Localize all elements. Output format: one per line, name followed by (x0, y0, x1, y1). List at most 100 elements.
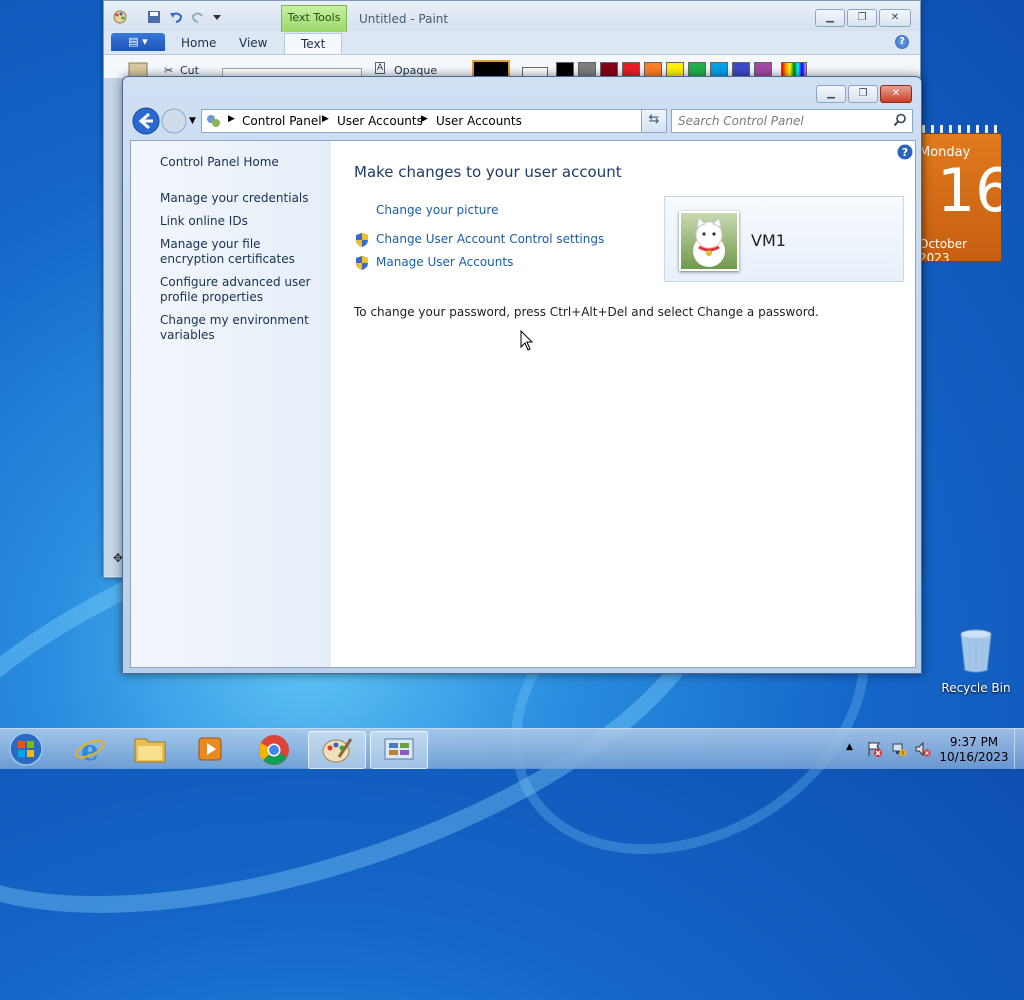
clock-time: 9:37 PM (949, 735, 999, 749)
taskbar-media-player[interactable] (182, 731, 238, 767)
paint-app-icon[interactable] (113, 10, 127, 24)
breadcrumb-control-panel[interactable]: Control Panel (242, 114, 322, 128)
network-icon[interactable]: ! (891, 741, 907, 757)
paint-ribbon-tabs: ▤ ▾ Home View Text ? (104, 31, 920, 56)
folder-icon (134, 738, 166, 763)
control-panel-icon (207, 115, 220, 127)
paint-icon (322, 738, 353, 763)
user-avatar[interactable] (679, 211, 739, 271)
forward-button[interactable] (161, 108, 187, 134)
uac-shield-icon (356, 233, 368, 247)
tab-view[interactable]: View (239, 36, 267, 50)
tab-home[interactable]: Home (181, 36, 216, 50)
paint-window-controls: ▁ ❐ ✕ (815, 9, 911, 27)
refresh-button[interactable]: ⇆ (641, 109, 667, 133)
chrome-icon (259, 735, 289, 765)
paint-help-icon[interactable]: ? (895, 35, 909, 49)
recycle-bin-icon (960, 629, 992, 673)
taskbar-paint[interactable] (308, 731, 366, 769)
breadcrumb-user-accounts-current[interactable]: User Accounts (436, 114, 522, 128)
paint-titlebar[interactable]: Text Tools Untitled - Paint ▁ ❐ ✕ (104, 1, 920, 32)
text-tools-context-tab[interactable]: Text Tools (281, 5, 347, 32)
manage-user-accounts-link[interactable]: Manage User Accounts (376, 255, 513, 269)
chevron-right-icon[interactable]: ▶ (322, 114, 329, 124)
paint-canvas-area[interactable]: ✥ (104, 78, 124, 576)
action-center-icon[interactable] (867, 741, 883, 757)
recent-pages-icon[interactable]: ▼ (189, 116, 196, 126)
taskbar-internet-explorer[interactable]: e (62, 731, 118, 767)
chevron-right-icon[interactable]: ▶ (421, 114, 428, 124)
undo-icon[interactable] (169, 10, 183, 24)
manage-credentials-link[interactable]: Manage your credentials (160, 191, 320, 206)
search-box[interactable] (671, 109, 913, 133)
svg-text:?: ? (902, 146, 908, 159)
refresh-icon: ⇆ (648, 112, 660, 127)
customize-toolbar-icon[interactable] (210, 10, 224, 24)
paint-close-button[interactable]: ✕ (879, 9, 911, 27)
mouse-cursor-icon (520, 330, 534, 351)
file-encryption-certificates-link[interactable]: Manage your file encryption certificates (160, 237, 320, 267)
taskbar-windows-explorer[interactable] (122, 731, 178, 767)
control-panel-content: Control Panel Home Manage your credentia… (130, 140, 916, 668)
calendar-date: 16 (937, 156, 1001, 226)
link-online-ids-link[interactable]: Link online IDs (160, 214, 320, 229)
lucky-cat-icon (693, 217, 725, 267)
change-picture-link[interactable]: Change your picture (376, 203, 498, 217)
recycle-bin[interactable]: Recycle Bin (940, 628, 1012, 695)
volume-muted-icon[interactable] (915, 741, 931, 757)
svg-text:e: e (81, 734, 99, 764)
calendar-page: Monday 16 October 2023 (918, 133, 1002, 262)
paint-window-title: Untitled - Paint (359, 12, 449, 26)
start-button[interactable] (4, 731, 48, 767)
taskbar-control-panel[interactable] (370, 731, 428, 769)
control-panel-icon (384, 738, 414, 760)
cp-close-button[interactable]: ✕ (880, 85, 912, 103)
breadcrumb-user-accounts[interactable]: User Accounts (337, 114, 423, 128)
help-icon[interactable]: ? (897, 144, 913, 160)
restore-icon: ❐ (858, 88, 868, 99)
media-player-icon (198, 737, 222, 761)
paint-file-menu-button[interactable]: ▤ ▾ (111, 33, 165, 51)
paint-minimize-button[interactable]: ▁ (815, 9, 845, 27)
password-note: To change your password, press Ctrl+Alt+… (354, 305, 819, 319)
account-name: VM1 (751, 231, 786, 250)
calendar-gadget[interactable]: Monday 16 October 2023 (918, 125, 1002, 262)
taskbar-chrome[interactable] (246, 731, 302, 767)
restore-icon: ❐ (857, 12, 867, 23)
cp-maximize-button[interactable]: ❐ (848, 85, 878, 103)
navigation-bar: ▼ ▶ Control Panel ▶ User Accounts ▶ User… (123, 107, 921, 137)
uac-shield-icon (356, 256, 368, 270)
minimize-icon: ▁ (826, 12, 834, 23)
address-bar[interactable]: ▶ Control Panel ▶ User Accounts ▶ User A… (201, 109, 665, 133)
tab-text[interactable]: Text (284, 33, 343, 56)
search-input[interactable] (676, 112, 888, 130)
page-title: Make changes to your user account (354, 163, 622, 181)
recycle-bin-label: Recycle Bin (941, 681, 1011, 695)
paint-maximize-button[interactable]: ❐ (847, 9, 877, 27)
close-icon: ✕ (891, 88, 901, 99)
show-hidden-icons-button[interactable]: ▲ (846, 742, 853, 752)
close-icon: ✕ (890, 12, 900, 23)
redo-icon[interactable] (191, 10, 205, 24)
show-desktop-button[interactable] (1014, 729, 1024, 769)
environment-variables-link[interactable]: Change my environment variables (160, 313, 320, 343)
main-pane: ? Make changes to your user account Chan… (331, 141, 915, 667)
save-icon[interactable] (147, 10, 161, 24)
control-panel-titlebar[interactable]: ▁ ❐ ✕ (123, 77, 921, 105)
control-panel-window[interactable]: ▁ ❐ ✕ ▼ ▶ Control Panel ▶ User Accounts … (122, 76, 922, 674)
clock-date: 10/16/2023 (939, 750, 1009, 764)
chevron-right-icon[interactable]: ▶ (228, 114, 235, 124)
cp-window-controls: ▁ ❐ ✕ (816, 85, 912, 103)
advanced-profile-properties-link[interactable]: Configure advanced user profile properti… (160, 275, 320, 305)
left-task-pane: Control Panel Home Manage your credentia… (131, 141, 331, 667)
taskbar-clock[interactable]: 9:37 PM 10/16/2023 (938, 735, 1010, 765)
back-button[interactable] (132, 107, 160, 135)
control-panel-home-link[interactable]: Control Panel Home (160, 155, 320, 170)
opaque-icon: A (375, 62, 386, 74)
account-card: VM1 (664, 196, 904, 282)
svg-text:!: ! (902, 751, 904, 758)
calendar-month: October 2023 (919, 237, 968, 262)
search-icon[interactable] (893, 113, 907, 127)
cp-minimize-button[interactable]: ▁ (816, 85, 846, 103)
uac-settings-link[interactable]: Change User Account Control settings (376, 232, 604, 246)
